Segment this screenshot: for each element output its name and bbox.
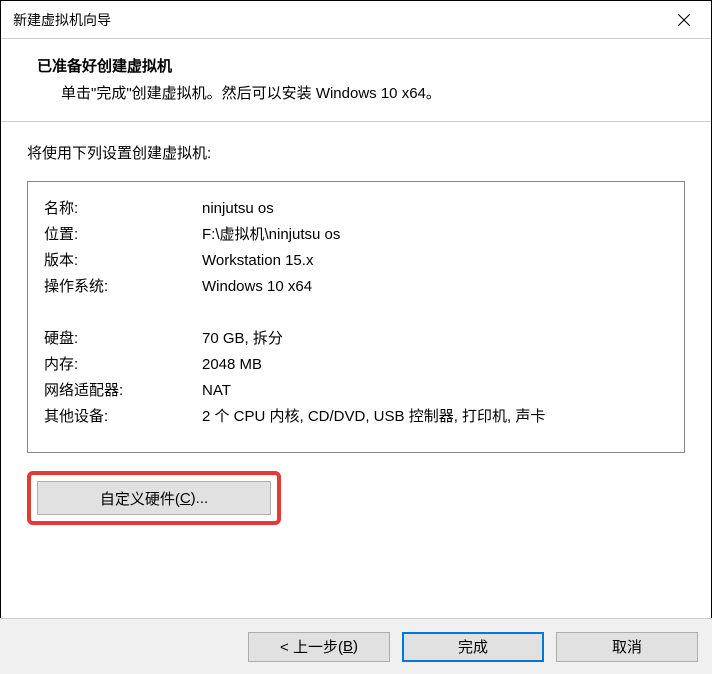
setting-value: 2 个 CPU 内核, CD/DVD, USB 控制器, 打印机, 声卡 (202, 404, 668, 430)
button-label: 完成 (458, 636, 488, 657)
table-row: 网络适配器:NAT (44, 378, 668, 404)
setting-label: 名称: (44, 196, 202, 222)
table-row: 操作系统:Windows 10 x64 (44, 274, 668, 300)
button-label-prefix: < 上一步( (280, 636, 343, 657)
button-label: 取消 (612, 636, 642, 657)
table-row: 其他设备:2 个 CPU 内核, CD/DVD, USB 控制器, 打印机, 声… (44, 404, 668, 430)
table-row: 名称:ninjutsu os (44, 196, 668, 222)
table-row: 内存:2048 MB (44, 352, 668, 378)
setting-label: 位置: (44, 222, 202, 248)
table-row: 硬盘:70 GB, 拆分 (44, 326, 668, 352)
settings-summary-box: 名称:ninjutsu os 位置:F:\虚拟机\ninjutsu os 版本:… (27, 181, 685, 453)
setting-value: 2048 MB (202, 352, 668, 378)
setting-value: NAT (202, 378, 668, 404)
setting-label: 其他设备: (44, 404, 202, 430)
setting-label: 操作系统: (44, 274, 202, 300)
header-title: 已准备好创建虚拟机 (37, 55, 675, 76)
highlight-box: 自定义硬件(C)... (27, 471, 281, 525)
close-icon (678, 14, 690, 26)
titlebar: 新建虚拟机向导 (1, 1, 711, 39)
wizard-header: 已准备好创建虚拟机 单击"完成"创建虚拟机。然后可以安装 Windows 10 … (1, 39, 711, 122)
button-hotkey: C (180, 490, 191, 507)
header-subtitle: 单击"完成"创建虚拟机。然后可以安装 Windows 10 x64。 (37, 82, 675, 103)
intro-text: 将使用下列设置创建虚拟机: (27, 142, 685, 163)
setting-value: Windows 10 x64 (202, 274, 668, 300)
table-row: 位置:F:\虚拟机\ninjutsu os (44, 222, 668, 248)
setting-label: 硬盘: (44, 326, 202, 352)
button-label-suffix: ) (353, 638, 358, 655)
setting-value: Workstation 15.x (202, 248, 668, 274)
button-hotkey: B (343, 638, 353, 655)
setting-value: ninjutsu os (202, 196, 668, 222)
customize-hardware-button[interactable]: 自定义硬件(C)... (37, 481, 271, 515)
wizard-footer: < 上一步(B) 完成 取消 (0, 618, 712, 674)
setting-label: 版本: (44, 248, 202, 274)
cancel-button[interactable]: 取消 (556, 632, 698, 662)
table-row: 版本:Workstation 15.x (44, 248, 668, 274)
window-title: 新建虚拟机向导 (13, 10, 111, 30)
button-label-prefix: 自定义硬件( (100, 488, 180, 509)
button-label-suffix: )... (191, 490, 209, 507)
finish-button[interactable]: 完成 (402, 632, 544, 662)
setting-label: 内存: (44, 352, 202, 378)
setting-value: 70 GB, 拆分 (202, 326, 668, 352)
setting-value: F:\虚拟机\ninjutsu os (202, 222, 668, 248)
wizard-content: 将使用下列设置创建虚拟机: 名称:ninjutsu os 位置:F:\虚拟机\n… (1, 122, 711, 525)
setting-label: 网络适配器: (44, 378, 202, 404)
back-button[interactable]: < 上一步(B) (248, 632, 390, 662)
close-button[interactable] (661, 5, 707, 35)
